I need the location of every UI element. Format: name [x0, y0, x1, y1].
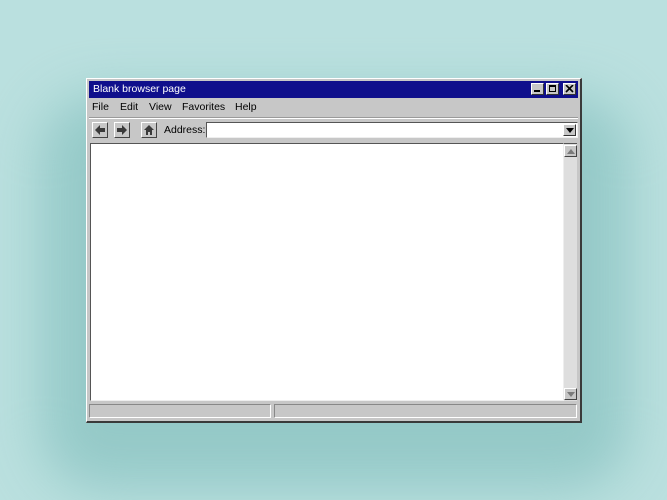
status-panel-secondary [274, 404, 577, 418]
menu-file[interactable]: File [92, 101, 109, 113]
close-icon [565, 85, 574, 93]
vertical-scrollbar[interactable] [564, 143, 577, 401]
home-icon [144, 125, 154, 135]
back-button[interactable] [92, 122, 108, 138]
scroll-up-button[interactable] [564, 145, 577, 157]
title-bar[interactable]: Blank browser page [89, 81, 578, 98]
forward-button[interactable] [114, 122, 130, 138]
back-arrow-icon [95, 125, 105, 135]
menu-help[interactable]: Help [235, 101, 257, 113]
address-bar[interactable] [206, 122, 578, 140]
minimize-icon [534, 90, 540, 92]
menu-favorites[interactable]: Favorites [182, 101, 225, 113]
address-input[interactable] [207, 127, 561, 140]
menu-bar: File Edit View Favorites Help [89, 100, 578, 116]
close-button[interactable] [563, 83, 576, 95]
browser-window: Blank browser page File Edit View Favori… [86, 78, 582, 423]
window-title: Blank browser page [93, 83, 186, 95]
menu-view[interactable]: View [149, 101, 172, 113]
menu-edit[interactable]: Edit [120, 101, 138, 113]
forward-arrow-icon [117, 125, 127, 135]
status-bar [89, 404, 578, 419]
scroll-up-icon [567, 149, 575, 154]
address-label: Address: [164, 124, 206, 136]
home-button[interactable] [141, 122, 157, 138]
status-panel-main [89, 404, 271, 418]
maximize-button[interactable] [546, 83, 559, 95]
dropdown-arrow-icon [566, 128, 574, 133]
scroll-down-button[interactable] [564, 388, 577, 400]
scroll-down-icon [567, 392, 575, 397]
page-content-area[interactable] [90, 143, 564, 401]
minimize-button[interactable] [531, 83, 544, 95]
toolbar: Address: [89, 119, 578, 141]
maximize-icon [549, 85, 556, 92]
address-dropdown-button[interactable] [563, 124, 576, 136]
